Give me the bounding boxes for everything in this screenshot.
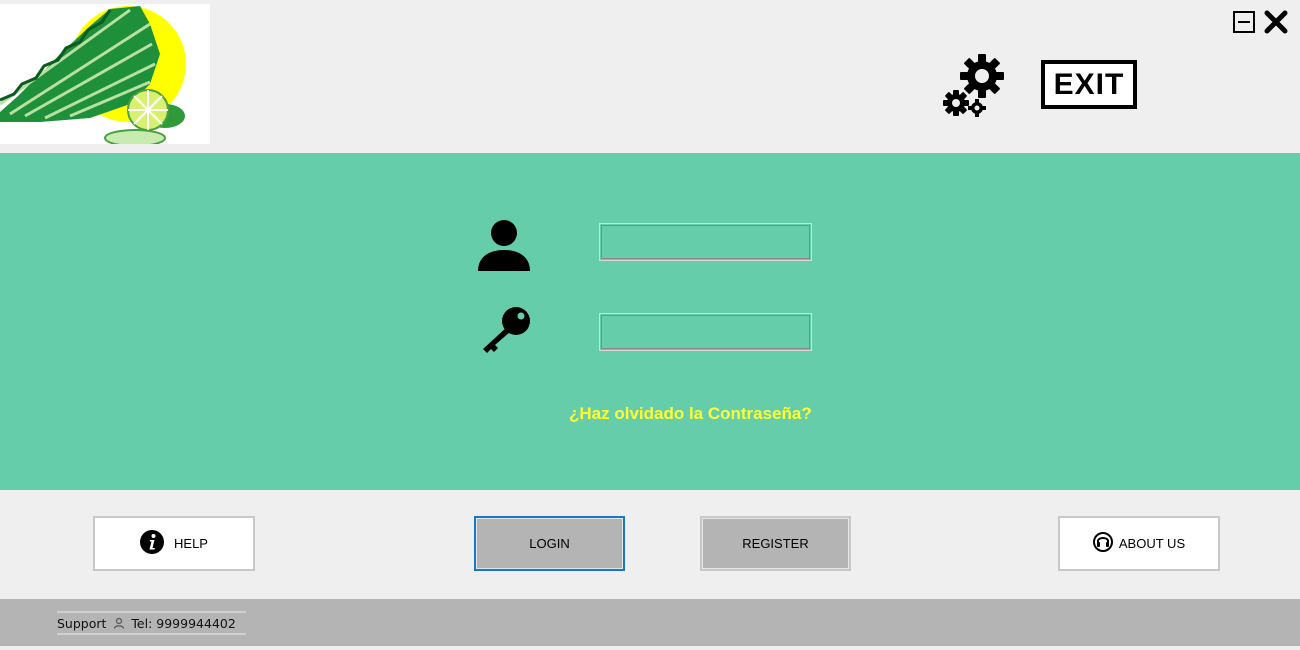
register-label: REGISTER (742, 536, 809, 551)
minimize-icon[interactable] (1233, 11, 1255, 33)
help-label: HELP (174, 536, 208, 551)
exit-button[interactable]: EXIT (1041, 60, 1137, 109)
person-outline-icon (113, 617, 125, 629)
username-field[interactable] (599, 223, 812, 261)
login-label: LOGIN (529, 536, 570, 551)
exit-label: EXIT (1053, 67, 1125, 101)
gears-icon (943, 54, 1004, 117)
password-field[interactable] (599, 313, 812, 351)
support-info: Support Tel: 9999944402 (57, 611, 246, 635)
help-button[interactable]: HELP (93, 516, 255, 571)
about-us-button[interactable]: ABOUT US (1058, 516, 1220, 571)
register-button[interactable]: REGISTER (700, 516, 851, 571)
support-phone: Tel: 9999944402 (131, 615, 236, 631)
app-logo (0, 4, 210, 144)
info-icon (140, 530, 165, 557)
key-icon (480, 305, 532, 355)
forgot-password-link[interactable]: ¿Haz olvidado la Contraseña? (569, 404, 812, 424)
about-us-label: ABOUT US (1118, 536, 1186, 551)
settings-button[interactable] (940, 52, 1008, 120)
login-button[interactable]: LOGIN (474, 516, 625, 571)
user-icon (477, 219, 531, 273)
close-icon[interactable] (1263, 9, 1289, 35)
support-label: Support (57, 615, 107, 631)
headset-icon (1092, 532, 1113, 555)
